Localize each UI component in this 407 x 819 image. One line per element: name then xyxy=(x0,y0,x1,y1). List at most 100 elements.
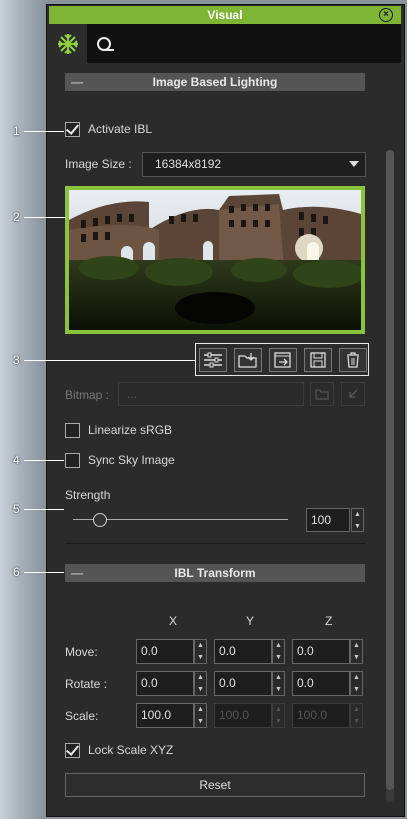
spin-up-icon[interactable]: ▲ xyxy=(273,640,284,651)
image-size-value: 16384x8192 xyxy=(155,157,222,171)
callout-number: 1 xyxy=(13,124,20,138)
tab-ibl[interactable] xyxy=(49,24,88,63)
spin-up-icon[interactable]: ▲ xyxy=(195,672,206,683)
strength-label: Strength xyxy=(65,488,111,502)
lock-scale-label: Lock Scale XYZ xyxy=(88,743,174,757)
scale-label: Scale: xyxy=(65,709,99,723)
bitmap-field: ... xyxy=(118,382,304,406)
settings-button[interactable] xyxy=(199,348,227,372)
strength-slider[interactable] xyxy=(73,511,288,529)
move-y-spinner[interactable]: ▲ ▼ xyxy=(272,639,285,664)
rotate-z-value: 0.0 xyxy=(297,676,314,690)
rotate-z-field[interactable]: 0.0 xyxy=(292,671,350,696)
move-z-field[interactable]: 0.0 xyxy=(292,639,350,664)
scrollbar-thumb[interactable] xyxy=(386,150,394,790)
callout-line xyxy=(24,460,64,461)
sync-sky-image-checkbox[interactable] xyxy=(65,453,80,468)
move-z-value: 0.0 xyxy=(297,644,314,658)
move-x-value: 0.0 xyxy=(141,644,158,658)
export-icon xyxy=(274,352,291,368)
move-x-field[interactable]: 0.0 xyxy=(136,639,194,664)
spin-down-icon[interactable]: ▼ xyxy=(351,684,362,695)
spin-up-icon[interactable]: ▲ xyxy=(273,672,284,683)
spin-down-icon[interactable]: ▼ xyxy=(273,684,284,695)
load-button[interactable] xyxy=(234,348,262,372)
spin-up-icon[interactable]: ▲ xyxy=(195,704,206,715)
delete-button[interactable] xyxy=(339,348,367,372)
rotate-x-value: 0.0 xyxy=(141,676,158,690)
rotate-x-field[interactable]: 0.0 xyxy=(136,671,194,696)
activate-ibl-checkbox[interactable] xyxy=(65,122,80,137)
image-size-label: Image Size : xyxy=(65,157,132,171)
save-button[interactable] xyxy=(304,348,332,372)
load-folder-icon xyxy=(238,353,257,368)
spin-down-icon[interactable]: ▼ xyxy=(195,684,206,695)
scale-x-spinner[interactable]: ▲ ▼ xyxy=(194,703,207,728)
activate-ibl-label: Activate IBL xyxy=(88,122,153,136)
scale-z-spinner: ▲ ▼ xyxy=(350,703,363,728)
tab-environment[interactable] xyxy=(88,24,118,63)
slider-thumb[interactable] xyxy=(93,513,107,527)
spin-up-icon[interactable]: ▲ xyxy=(352,509,363,520)
strength-value: 100 xyxy=(311,513,332,527)
spin-up-icon: ▲ xyxy=(353,706,360,713)
move-z-spinner[interactable]: ▲ ▼ xyxy=(350,639,363,664)
rotate-y-value: 0.0 xyxy=(219,676,236,690)
callout-line xyxy=(24,572,64,573)
spin-up-icon[interactable]: ▲ xyxy=(195,640,206,651)
callout-number: 2 xyxy=(13,210,20,224)
scale-x-value: 100.0 xyxy=(141,708,172,722)
rotate-label: Rotate : xyxy=(65,677,108,691)
divider xyxy=(65,543,365,544)
strength-input[interactable]: 100 xyxy=(306,508,350,532)
section-header-ibl[interactable]: — Image Based Lighting xyxy=(65,73,365,91)
spin-down-icon[interactable]: ▼ xyxy=(352,521,363,532)
snowflake-icon xyxy=(58,34,78,54)
bitmap-apply-button xyxy=(341,382,365,406)
callout-number: 3 xyxy=(13,353,20,367)
spin-down-icon: ▼ xyxy=(275,718,282,725)
scale-x-field[interactable]: 100.0 xyxy=(136,703,194,728)
section-title: IBL Transform xyxy=(174,566,256,580)
move-y-field[interactable]: 0.0 xyxy=(214,639,272,664)
close-icon[interactable]: × xyxy=(379,8,393,22)
panel-title: Visual xyxy=(207,8,243,22)
scale-y-field: 100.0 xyxy=(214,703,272,728)
callout-line xyxy=(24,131,64,132)
scale-y-value: 100.0 xyxy=(219,708,250,722)
spin-down-icon[interactable]: ▼ xyxy=(351,652,362,663)
section-header-transform[interactable]: — IBL Transform xyxy=(65,564,365,582)
reset-button[interactable]: Reset xyxy=(65,773,365,797)
export-button[interactable] xyxy=(269,348,297,372)
ibl-preview-image[interactable] xyxy=(65,186,365,334)
panorama-image xyxy=(69,190,361,330)
scale-z-field: 100.0 xyxy=(292,703,350,728)
scale-z-value: 100.0 xyxy=(297,708,328,722)
delete-icon xyxy=(347,352,359,368)
scale-y-spinner: ▲ ▼ xyxy=(272,703,285,728)
bitmap-value: ... xyxy=(127,387,138,401)
image-size-dropdown[interactable]: 16384x8192 xyxy=(142,152,366,177)
rotate-x-spinner[interactable]: ▲ ▼ xyxy=(194,671,207,696)
linearize-srgb-label: Linearize sRGB xyxy=(88,423,173,437)
collapse-icon: — xyxy=(71,566,83,580)
section-title: Image Based Lighting xyxy=(152,75,278,89)
move-x-spinner[interactable]: ▲ ▼ xyxy=(194,639,207,664)
spin-up-icon[interactable]: ▲ xyxy=(351,640,362,651)
spin-up-icon[interactable]: ▲ xyxy=(351,672,362,683)
spin-down-icon[interactable]: ▼ xyxy=(273,652,284,663)
spin-down-icon[interactable]: ▼ xyxy=(195,652,206,663)
environment-icon xyxy=(97,37,114,51)
bitmap-label: Bitmap : xyxy=(65,388,110,402)
callout-number: 5 xyxy=(13,502,20,516)
sync-sky-image-label: Sync Sky Image xyxy=(88,453,175,467)
rotate-y-spinner[interactable]: ▲ ▼ xyxy=(272,671,285,696)
panel-title-bar: Visual × xyxy=(49,6,401,24)
linearize-srgb-checkbox[interactable] xyxy=(65,423,80,438)
rotate-y-field[interactable]: 0.0 xyxy=(214,671,272,696)
strength-spinner[interactable]: ▲ ▼ xyxy=(351,508,364,532)
lock-scale-checkbox[interactable] xyxy=(65,743,80,758)
spin-down-icon[interactable]: ▼ xyxy=(195,716,206,727)
apply-arrow-icon xyxy=(349,389,358,398)
rotate-z-spinner[interactable]: ▲ ▼ xyxy=(350,671,363,696)
